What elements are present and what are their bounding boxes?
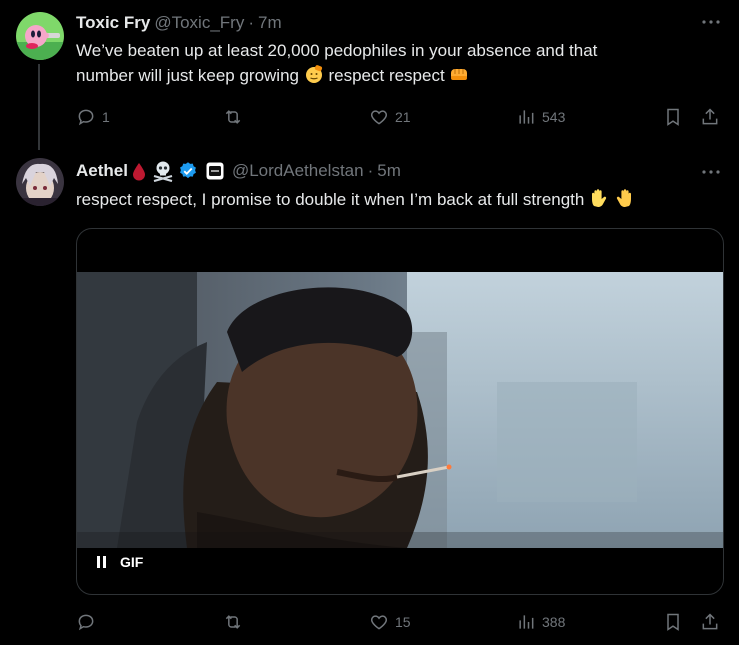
bookmark-button[interactable]	[663, 610, 683, 634]
reply-icon	[78, 614, 94, 631]
separator-dot: ·	[248, 13, 254, 32]
separator-dot: ·	[367, 161, 374, 180]
retweet-button[interactable]	[223, 610, 249, 634]
verified-badge-icon[interactable]	[178, 161, 198, 181]
oncoming-fist-emoji-icon	[451, 69, 468, 80]
avatar-aethel[interactable]	[16, 158, 64, 206]
gif-media-card[interactable]: GIF	[76, 228, 724, 595]
more-icon[interactable]	[701, 12, 721, 32]
thread-connector-line	[38, 64, 40, 150]
author-name[interactable]: Toxic Fry	[76, 12, 150, 34]
share-button[interactable]	[700, 105, 720, 129]
tweet-text-line2b: respect respect	[328, 66, 445, 85]
bookmark-button[interactable]	[663, 105, 683, 129]
tweet-header: Toxic Fry @Toxic_Fry · 7m	[76, 12, 699, 34]
raised-back-of-hand-emoji-icon	[616, 189, 631, 207]
gif-controls: GIF	[97, 554, 143, 570]
tweet-actions: 15 388	[76, 610, 723, 634]
views-icon	[519, 615, 534, 629]
bookmark-icon	[667, 108, 679, 126]
views-button[interactable]: 543	[516, 105, 565, 129]
like-button[interactable]: 21	[369, 105, 411, 129]
author-handle[interactable]: @Toxic_Fry	[154, 12, 244, 34]
avatar-toxic-fry[interactable]	[16, 12, 64, 60]
views-icon	[519, 110, 534, 124]
heart-icon	[370, 110, 388, 125]
author-name[interactable]: Aethel	[76, 160, 128, 182]
reply-button[interactable]	[76, 610, 102, 634]
views-button[interactable]: 388	[516, 610, 565, 634]
share-icon	[702, 613, 718, 630]
retweet-button[interactable]	[223, 105, 249, 129]
skull-crossbones-icon	[153, 161, 173, 182]
tweet-header: Aethel @LordAethelstan · 5m	[76, 160, 699, 182]
tweet-text-content: respect respect, I promise to double it …	[76, 190, 585, 209]
share-button[interactable]	[700, 610, 720, 634]
like-button[interactable]: 15	[369, 610, 411, 634]
retweet-icon	[225, 110, 241, 124]
tweet-text-line2a: number will just keep growing	[76, 66, 299, 85]
author-handle[interactable]: @LordAethelstan	[232, 160, 364, 182]
raised-hand-emoji-icon	[592, 189, 607, 207]
views-count: 543	[542, 109, 566, 125]
blood-drop-icon	[132, 163, 145, 181]
timestamp[interactable]: 7m	[258, 12, 282, 34]
gif-badge-label: GIF	[120, 554, 144, 570]
tweet-text: We’ve beaten up at least 20,000 pedophil…	[76, 38, 715, 88]
tweet-actions: 1 21 543	[76, 105, 723, 129]
heart-icon	[370, 615, 388, 630]
reply-icon	[78, 109, 94, 126]
saluting-face-emoji-icon	[305, 65, 322, 83]
reply-count: 1	[102, 109, 110, 125]
more-icon[interactable]	[701, 162, 721, 182]
like-count: 21	[395, 109, 411, 125]
reply-button[interactable]: 1	[76, 105, 110, 129]
bookmark-icon	[667, 613, 679, 631]
pause-icon[interactable]	[97, 556, 106, 568]
affiliate-badge-icon[interactable]	[206, 162, 224, 180]
tweet-text: respect respect, I promise to double it …	[76, 187, 715, 212]
tweet-toxic-fry[interactable]: Toxic Fry @Toxic_Fry · 7m We’ve beaten u…	[0, 0, 739, 150]
timestamp[interactable]: 5m	[377, 160, 401, 182]
tweet-text-line1: We’ve beaten up at least 20,000 pedophil…	[76, 41, 598, 60]
gif-frame-image	[77, 272, 723, 548]
retweet-icon	[225, 615, 241, 629]
like-count: 15	[395, 614, 411, 630]
views-count: 388	[542, 614, 566, 630]
share-icon	[702, 108, 718, 125]
tweet-aethel[interactable]: Aethel @LordAethelstan · 5m respect resp…	[0, 150, 739, 645]
